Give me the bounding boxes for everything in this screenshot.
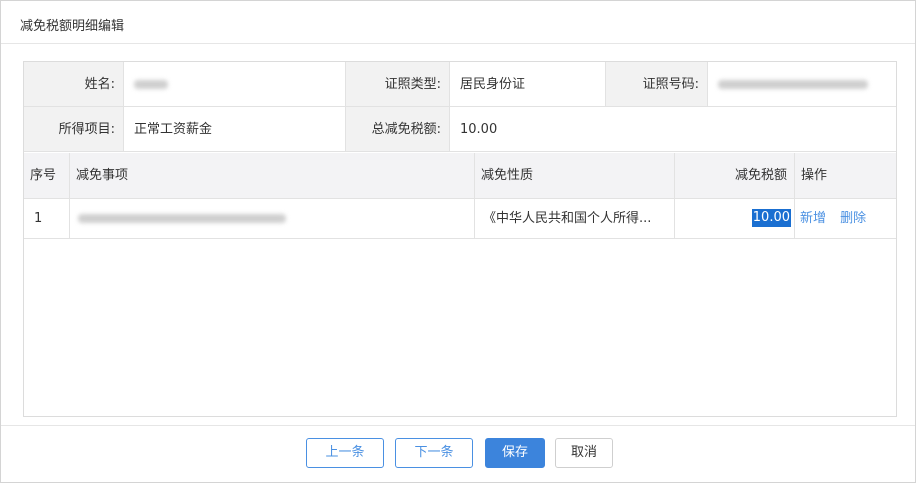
redacted-name (134, 80, 168, 89)
redacted-id-number (718, 80, 868, 89)
income-item-value: 正常工资薪金 (124, 107, 346, 152)
save-button[interactable]: 保存 (485, 438, 545, 468)
prev-button[interactable]: 上一条 (306, 438, 384, 468)
footer-divider (1, 425, 915, 426)
row-operations: 新增 删除 (795, 199, 896, 238)
delete-link[interactable]: 删除 (840, 211, 866, 226)
col-relief-nature: 减免性质 (475, 153, 675, 198)
title-divider (1, 43, 915, 44)
redacted-relief-item (78, 214, 286, 223)
dialog-title: 减免税额明细编辑 (20, 19, 125, 34)
row-relief-item[interactable] (70, 199, 475, 238)
next-button[interactable]: 下一条 (395, 438, 473, 468)
add-link[interactable]: 新增 (800, 211, 826, 226)
col-relief-item: 减免事项 (70, 153, 475, 198)
id-type-label: 证照类型: (346, 62, 450, 107)
row-index: 1 (24, 199, 70, 238)
total-relief-value: 10.00 (450, 107, 896, 152)
id-number-value (708, 62, 896, 107)
table-header: 序号 减免事项 减免性质 减免税额 操作 (24, 153, 896, 199)
col-operation: 操作 (801, 168, 828, 183)
col-index: 序号 (24, 153, 70, 198)
row-amount-cell[interactable]: 10.00 (675, 199, 795, 238)
income-item-label: 所得项目: (24, 107, 124, 152)
amount-input[interactable]: 10.00 (751, 209, 791, 227)
name-value (124, 62, 346, 107)
detail-panel: 姓名: 证照类型: 居民身份证 证照号码: 所得项目: 正常工资薪金 总减免税额… (23, 61, 897, 417)
id-number-label: 证照号码: (606, 62, 708, 107)
col-relief-amount: 减免税额 (675, 153, 795, 198)
total-relief-label: 总减免税额: (346, 107, 450, 152)
row-relief-nature[interactable]: 《中华人民共和国个人所得... (475, 199, 675, 238)
id-type-value: 居民身份证 (450, 62, 606, 107)
edit-dialog: 减免税额明细编辑 姓名: 证照类型: 居民身份证 证照号码: 所得项目: 正常工… (0, 0, 916, 483)
name-label: 姓名: (24, 62, 124, 107)
cancel-button[interactable]: 取消 (555, 438, 613, 468)
table-row[interactable]: 1 《中华人民共和国个人所得... 10.00 新增 删除 (24, 199, 896, 239)
